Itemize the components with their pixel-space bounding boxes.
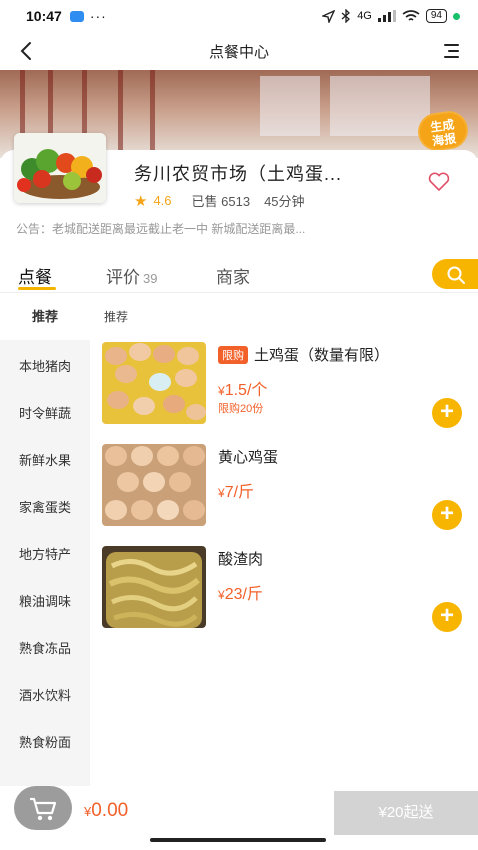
search-icon (447, 266, 465, 284)
tab-merchant-label: 商家 (216, 268, 250, 287)
product-name: 黄心鸡蛋 (218, 449, 279, 466)
product-image (102, 342, 206, 424)
sidebar-item-noodles[interactable]: 熟食粉面 (0, 732, 90, 751)
product-name-row: 限购 土鸡蛋（数量有限） (218, 344, 389, 365)
status-icons: 4G 94 (322, 9, 460, 23)
tab-reviews[interactable]: 评价 39 (106, 263, 157, 288)
product-price: ¥7/斤 (218, 478, 254, 502)
tab-reviews-count: 39 (143, 271, 158, 286)
cart-button[interactable] (14, 786, 72, 830)
status-bar: 10:47 ··· 4G 94 (0, 0, 478, 32)
cart-icon (30, 797, 57, 821)
purchase-limit-note: 限购20份 (218, 403, 264, 415)
tab-order-label: 点餐 (18, 268, 52, 287)
store-rating: 4.6 (153, 193, 172, 208)
product-item[interactable]: 黄心鸡蛋 ¥7/斤 + (102, 444, 472, 530)
cart-total: ¥0.00 (84, 800, 128, 822)
privacy-dot-icon (453, 12, 460, 20)
sidebar-item-local-specialty[interactable]: 地方特产 (0, 544, 90, 563)
tab-merchant[interactable]: 商家 (216, 263, 250, 288)
sidebar-item-fresh-fruit[interactable]: 新鲜水果 (0, 450, 90, 469)
sidebar-item-recommend[interactable]: 推荐 (0, 294, 90, 340)
price-value: 7 (224, 484, 234, 501)
location-icon (322, 9, 336, 23)
sidebar-item-frozen-food[interactable]: 熟食冻品 (0, 638, 90, 657)
product-image (102, 546, 206, 628)
store-name: 务川农贸市场（土鸡蛋... (134, 164, 343, 184)
cart-total-value: 0.00 (91, 800, 129, 821)
price-unit: /斤 (233, 484, 255, 501)
sidebar-item-grain-oil[interactable]: 粮油调味 (0, 591, 90, 610)
section-title: 推荐 (104, 310, 129, 324)
store-logo (14, 133, 106, 203)
network-label: 4G (357, 10, 372, 22)
limited-tag: 限购 (218, 345, 248, 364)
price-currency: ¥ (218, 384, 225, 398)
tab-order[interactable]: 点餐 (18, 263, 52, 288)
product-name-row: 黄心鸡蛋 (218, 446, 278, 467)
product-name: 土鸡蛋（数量有限） (254, 347, 390, 364)
category-sidebar: 推荐 本地猪肉 时令鲜蔬 新鲜水果 家禽蛋类 地方特产 粮油调味 熟食冻品 酒水… (0, 294, 90, 794)
product-item[interactable]: 酸渣肉 ¥23/斤 + (102, 546, 472, 632)
bluetooth-icon (341, 9, 351, 23)
add-to-cart-button[interactable]: + (432, 398, 462, 428)
wifi-icon (402, 9, 420, 21)
cloud-app-icon (69, 10, 84, 22)
delivery-time: 45分钟 (264, 194, 305, 209)
add-to-cart-button[interactable]: + (432, 500, 462, 530)
battery-icon: 94 (425, 9, 447, 23)
sidebar-item-local-pork[interactable]: 本地猪肉 (0, 356, 90, 375)
product-price: ¥1.5/个 (218, 376, 267, 400)
menu-icon[interactable] (440, 40, 462, 62)
price-value: 1.5 (224, 382, 247, 399)
back-arrow-icon[interactable] (14, 38, 40, 64)
price-currency: ¥ (218, 588, 225, 602)
product-item[interactable]: 限购 土鸡蛋（数量有限） ¥1.5/个 限购20份 + (102, 342, 472, 428)
sidebar-item-seasonal-veg[interactable]: 时令鲜蔬 (0, 403, 90, 422)
store-notice[interactable]: 公告：老城配送距离最远截止老一中 新城配送距离最... (16, 220, 305, 237)
checkout-button[interactable]: ¥20起送 (334, 791, 478, 835)
product-name-row: 酸渣肉 (218, 548, 263, 569)
product-name: 酸渣肉 (218, 551, 264, 568)
store-stats: ★ 4.6 已售 6513 45分钟 (134, 191, 305, 210)
add-to-cart-button[interactable]: + (432, 602, 462, 632)
price-unit: /个 (246, 382, 268, 399)
product-image (102, 444, 206, 526)
star-icon: ★ (134, 192, 148, 210)
status-time: 10:47 (26, 8, 62, 24)
price-unit: /斤 (242, 586, 263, 603)
product-price: ¥23/斤 (218, 580, 263, 604)
heart-icon[interactable] (428, 172, 450, 192)
tab-reviews-label: 评价 (106, 268, 140, 287)
sidebar-item-poultry-eggs[interactable]: 家禽蛋类 (0, 497, 90, 516)
nav-bar: 点餐中心 (0, 32, 478, 70)
signal-icon (377, 10, 396, 22)
store-sold-count: 已售 6513 (191, 194, 251, 209)
price-value: 23 (224, 586, 243, 603)
page-title: 点餐中心 (208, 43, 269, 61)
status-more: ··· (89, 8, 107, 24)
search-button[interactable] (432, 259, 478, 289)
tab-bar: 点餐 评价 39 商家 (0, 255, 478, 293)
sidebar-item-drinks[interactable]: 酒水饮料 (0, 685, 90, 704)
home-indicator[interactable] (150, 838, 326, 842)
price-currency: ¥ (218, 486, 225, 500)
active-tab-indicator (18, 287, 56, 290)
